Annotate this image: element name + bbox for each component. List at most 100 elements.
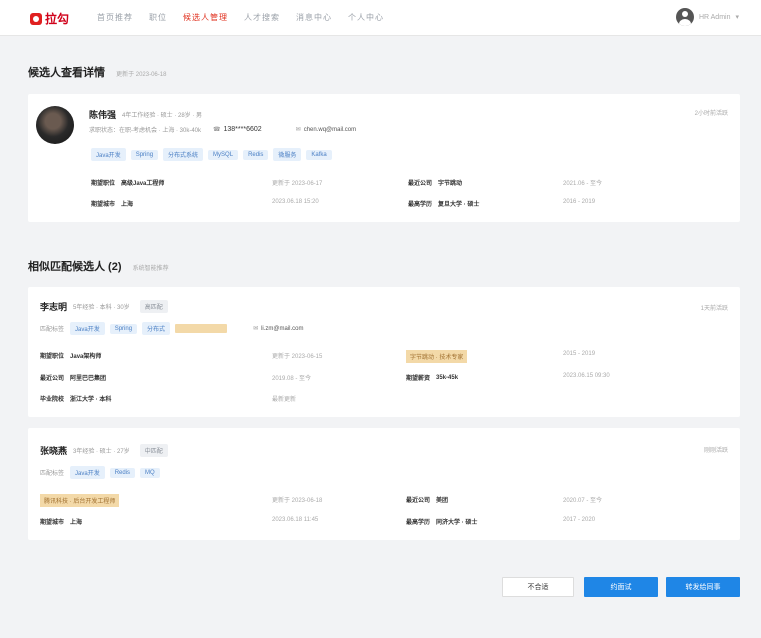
- info-row: 毕业院校 浙江大学 · 本科: [40, 394, 111, 403]
- info-note: 2015 - 2019: [563, 351, 595, 357]
- info-row: 最高学历 同济大学 · 硕士: [406, 517, 477, 526]
- nav-item-profile[interactable]: 个人中心: [348, 12, 384, 23]
- info-label: 期望职位: [91, 181, 116, 187]
- reject-button[interactable]: 不合适: [502, 577, 574, 597]
- info-value: 同济大学 · 硕士: [436, 520, 478, 526]
- skill-tag: Spring: [130, 149, 159, 160]
- info-note-text: 最新更新: [272, 397, 297, 403]
- candidate-email[interactable]: chen.wq@mail.com: [304, 127, 356, 133]
- info-value: 上海: [70, 520, 83, 526]
- info-label: 期望薪资: [406, 376, 431, 382]
- nav-item-jobs[interactable]: 职位: [149, 12, 167, 23]
- skill-tag: Java开发: [91, 148, 126, 161]
- skill-tag: MySQL: [208, 149, 239, 160]
- candidate-phone[interactable]: 138****6602: [224, 126, 262, 133]
- match-header: 李志明 5年经验 · 本科 · 30岁 高匹配: [40, 300, 173, 313]
- nav-item-candidates[interactable]: 候选人管理: [183, 12, 228, 23]
- skill-tag: 分布式系统: [163, 148, 204, 161]
- section-subtitle: 系统智能推荐: [132, 266, 169, 272]
- candidate-status: 求职状态：在职-考虑机会 · 上海 · 30k-40k: [89, 128, 202, 134]
- nav-item-talent-search[interactable]: 人才搜索: [244, 12, 280, 23]
- match-badge: 高匹配: [139, 300, 168, 313]
- user-menu[interactable]: HR Admin ▾: [675, 8, 739, 26]
- match-card[interactable]: 1天前活跃 李志明 5年经验 · 本科 · 30岁 高匹配 匹配标签 Java开…: [28, 287, 740, 417]
- info-note: 2023.06.18 11:45: [272, 517, 318, 523]
- match-tags-row: 匹配标签 Java开发 Redis MQ: [40, 466, 165, 479]
- info-label: 期望城市: [40, 520, 65, 526]
- logo[interactable]: 拉勾: [30, 10, 69, 27]
- info-note-text: 2021.06 - 至今: [563, 181, 603, 187]
- info-label: 毕业院校: [40, 397, 65, 403]
- info-value: 浙江大学 · 本科: [70, 397, 112, 403]
- skill-tag: 微服务: [273, 148, 302, 161]
- info-note-text: 2016 - 2019: [563, 199, 596, 205]
- candidate-skill-tags: Java开发 Spring 分布式系统 MySQL Redis 微服务 Kafk…: [91, 148, 337, 161]
- skill-tag: 分布式: [142, 322, 171, 335]
- active-status: 刚刚活跃: [703, 448, 728, 454]
- info-note: 2016 - 2019: [563, 199, 595, 205]
- highlight-row: 字节跳动 · 技术专家: [406, 350, 468, 363]
- info-note-text: 2015 - 2019: [563, 351, 596, 357]
- candidate-contact: 求职状态：在职-考虑机会 · 上海 · 30k-40k ☎ 138****660…: [89, 125, 356, 134]
- active-status: 1天前活跃: [700, 306, 728, 312]
- match-name[interactable]: 张晓燕: [40, 444, 67, 457]
- match-card[interactable]: 刚刚活跃 张晓燕 3年经验 · 硕士 · 27岁 中匹配 匹配标签 Java开发…: [28, 428, 740, 540]
- schedule-interview-button[interactable]: 约面试: [584, 577, 658, 597]
- info-label: 最高学历: [406, 520, 431, 526]
- highlight-marker: [175, 324, 228, 333]
- top-navigation-bar: 拉勾 首页推荐 职位 候选人管理 人才搜索 消息中心 个人中心 HR Admin…: [0, 0, 761, 36]
- info-note: 最新更新: [272, 394, 296, 403]
- info-value: 上海: [121, 202, 134, 208]
- info-row: 期望职位 高级Java工程师: [91, 178, 164, 187]
- nav-item-messages[interactable]: 消息中心: [296, 12, 332, 23]
- candidate-meta: 4年工作经验 · 硕士 · 28岁 · 男: [122, 113, 203, 119]
- chevron-down-icon: ▾: [735, 14, 739, 21]
- info-note-text: 2020.07 - 至今: [563, 498, 603, 504]
- page-title-text: 候选人查看详情: [28, 67, 105, 79]
- match-meta: 3年经验 · 硕士 · 27岁: [73, 449, 130, 455]
- candidate-name[interactable]: 陈伟强: [89, 108, 116, 121]
- info-label: 最近公司: [406, 498, 431, 504]
- info-value: Java架构师: [70, 354, 102, 360]
- info-note: 2021.06 - 至今: [563, 178, 602, 187]
- info-value: 35k-45k: [436, 374, 459, 381]
- section-title-text: 相似匹配候选人 (2): [28, 261, 122, 273]
- match-name[interactable]: 李志明: [40, 300, 67, 313]
- info-note-text: 更新于 2023-06-15: [272, 354, 323, 360]
- info-value: 复旦大学 · 硕士: [438, 202, 480, 208]
- candidate-header: 陈伟强 4年工作经验 · 硕士 · 28岁 · 男: [89, 108, 202, 121]
- info-note: 更新于 2023-06-15: [272, 351, 322, 360]
- skill-tag: MQ: [140, 467, 160, 478]
- match-email[interactable]: li.zm@mail.com: [261, 326, 303, 332]
- info-row: 最近公司 美团: [406, 495, 448, 504]
- info-label: 最近公司: [408, 181, 433, 187]
- highlight-text: 字节跳动 · 技术专家: [406, 350, 468, 363]
- info-value: 阿里巴巴集团: [70, 376, 107, 382]
- match-header: 张晓燕 3年经验 · 硕士 · 27岁 中匹配: [40, 444, 173, 457]
- forward-button[interactable]: 转发给同事: [666, 577, 740, 597]
- match-tags-label: 匹配标签: [40, 471, 65, 477]
- info-row: 最近公司 字节跳动: [408, 178, 462, 187]
- info-label: 期望职位: [40, 354, 65, 360]
- user-name: HR Admin: [698, 13, 731, 21]
- info-row: 最近公司 阿里巴巴集团: [40, 373, 106, 382]
- highlight-row: 腾讯科技 · 后台开发工程师: [40, 494, 120, 507]
- skill-tag: Spring: [109, 323, 138, 334]
- main-nav: 首页推荐 职位 候选人管理 人才搜索 消息中心 个人中心: [97, 12, 384, 23]
- skill-tag: Redis: [109, 467, 136, 478]
- info-row: 期望城市 上海: [40, 517, 82, 526]
- info-note-text: 更新于 2023-06-17: [272, 181, 323, 187]
- skill-tag: Redis: [243, 149, 269, 160]
- info-note: 更新于 2023-06-18: [272, 495, 322, 504]
- candidate-card: 2小时前活跃 陈伟强 4年工作经验 · 硕士 · 28岁 · 男 求职状态：在职…: [28, 94, 740, 222]
- skill-tag: Java开发: [70, 322, 105, 335]
- info-value: 字节跳动: [438, 181, 463, 187]
- info-note-text: 更新于 2023-06-18: [272, 498, 323, 504]
- info-note: 更新于 2023-06-17: [272, 178, 322, 187]
- info-label: 期望城市: [91, 202, 116, 208]
- nav-item-home[interactable]: 首页推荐: [97, 12, 133, 23]
- match-tags-row: 匹配标签 Java开发 Spring 分布式 ✉ li.zm@mail.com: [40, 322, 304, 335]
- info-note-text: 2023.06.18 15:20: [272, 199, 319, 205]
- info-row: 期望城市 上海: [91, 199, 133, 208]
- info-note-text: 2017 - 2020: [563, 517, 596, 523]
